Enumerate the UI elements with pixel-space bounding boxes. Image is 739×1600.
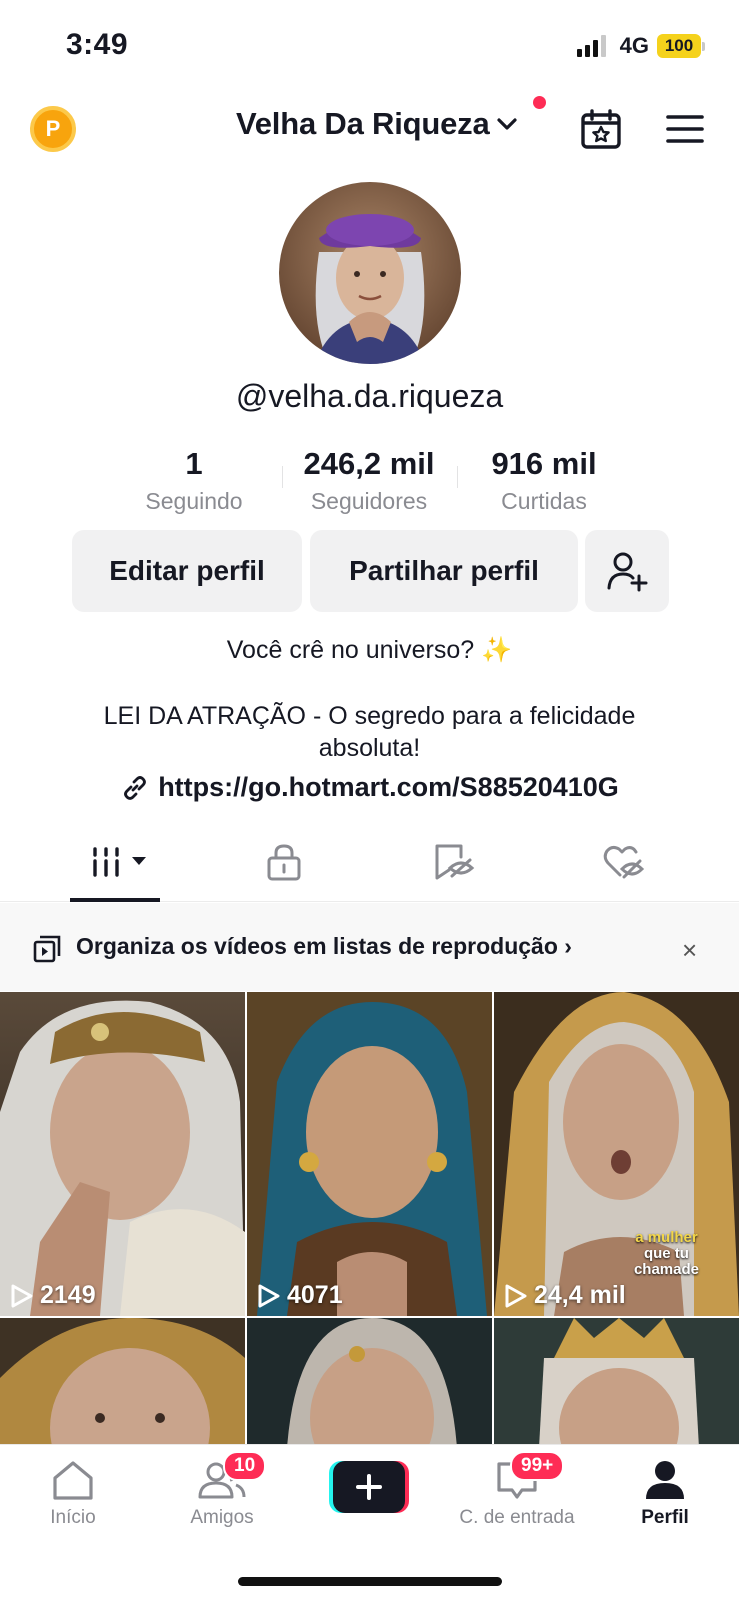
bookmark-hidden-icon bbox=[435, 844, 475, 880]
view-count-text: 24,4 mil bbox=[534, 1281, 626, 1309]
grid-icon bbox=[93, 847, 146, 877]
nav-profile[interactable]: Perfil bbox=[600, 1459, 730, 1529]
nav-inbox-label: C. de entrada bbox=[459, 1507, 575, 1528]
play-icon bbox=[505, 1284, 527, 1307]
video-thumbnail[interactable]: 2149 bbox=[0, 992, 245, 1316]
heart-hidden-icon bbox=[603, 845, 645, 879]
likes-label: Curtidas bbox=[501, 488, 587, 514]
view-count-text: 4071 bbox=[287, 1281, 343, 1309]
home-icon bbox=[53, 1461, 93, 1500]
status-indicators: 4G 100 bbox=[576, 33, 705, 59]
add-friend-button[interactable] bbox=[585, 530, 669, 612]
profile-icon bbox=[646, 1461, 684, 1499]
stat-followers[interactable]: 246,2 mil Seguidores bbox=[284, 446, 454, 515]
likes-count: 916 mil bbox=[491, 446, 597, 481]
video-thumbnail[interactable]: a mulher que tu chamade 24,4 mil bbox=[494, 992, 739, 1316]
network-type: 4G bbox=[619, 33, 649, 58]
play-icon bbox=[11, 1284, 33, 1307]
profile-header: P Velha Da Riqueza bbox=[0, 96, 739, 168]
coin-icon[interactable]: P bbox=[30, 106, 76, 152]
bio-line: Você crê no universo? ✨ bbox=[226, 636, 513, 664]
following-count: 1 bbox=[185, 446, 203, 481]
content-tabs bbox=[0, 820, 739, 902]
lock-icon bbox=[267, 844, 301, 881]
view-count: 4071 bbox=[257, 1281, 343, 1310]
link-text[interactable]: https://go.hotmart.com/S88520410G bbox=[158, 772, 619, 803]
playlist-icon bbox=[33, 935, 61, 963]
stat-following[interactable]: 1 Seguindo bbox=[109, 446, 279, 515]
nav-profile-label: Perfil bbox=[641, 1507, 689, 1528]
nav-home-label: Início bbox=[50, 1507, 96, 1528]
status-time: 3:49 bbox=[66, 28, 129, 61]
share-profile-button[interactable]: Partilhar perfil bbox=[310, 530, 578, 612]
play-icon bbox=[258, 1284, 280, 1307]
chevron-down-icon bbox=[496, 118, 517, 130]
menu-icon[interactable] bbox=[666, 114, 704, 144]
view-count: 2149 bbox=[10, 1281, 96, 1310]
username: @velha.da.riqueza bbox=[235, 378, 504, 414]
stat-divider bbox=[282, 466, 283, 488]
tab-liked[interactable] bbox=[594, 840, 654, 884]
signal-icon bbox=[576, 35, 606, 57]
video-thumbnail[interactable] bbox=[494, 1318, 739, 1444]
nav-friends[interactable]: Amigos 10 bbox=[157, 1451, 287, 1529]
stat-likes[interactable]: 916 mil Curtidas bbox=[459, 446, 629, 515]
bio-link[interactable]: https://go.hotmart.com/S88520410G bbox=[0, 772, 739, 803]
friends-badge: 10 bbox=[223, 1451, 267, 1481]
followers-label: Seguidores bbox=[310, 488, 428, 514]
close-icon[interactable]: × bbox=[682, 935, 697, 966]
nav-home[interactable]: Início bbox=[8, 1459, 138, 1529]
followers-count: 246,2 mil bbox=[303, 446, 435, 481]
edit-profile-button[interactable]: Editar perfil bbox=[72, 530, 302, 612]
battery-icon: 100 bbox=[657, 34, 705, 58]
playlist-banner-text: Organiza os vídeos em listas de reproduç… bbox=[76, 933, 572, 959]
home-indicator bbox=[238, 1577, 502, 1586]
video-thumbnail[interactable] bbox=[0, 1318, 245, 1444]
view-count: 24,4 mil bbox=[504, 1281, 626, 1310]
battery-level: 100 bbox=[657, 34, 701, 58]
video-thumbnail[interactable]: 4071 bbox=[247, 992, 492, 1316]
notification-dot bbox=[533, 96, 546, 109]
bio-line: absoluta! bbox=[318, 734, 421, 762]
link-icon bbox=[124, 775, 147, 800]
tab-videos[interactable] bbox=[84, 840, 154, 884]
add-user-icon bbox=[607, 552, 648, 592]
nav-friends-label: Amigos bbox=[190, 1507, 254, 1528]
create-button[interactable] bbox=[329, 1461, 409, 1513]
playlist-banner[interactable]: Organiza os vídeos em listas de reproduç… bbox=[0, 903, 739, 991]
video-caption: a mulher que tu chamade bbox=[633, 1229, 699, 1278]
view-count-text: 2149 bbox=[40, 1281, 96, 1309]
bio-line: LEI DA ATRAÇÃO - O segredo para a felici… bbox=[103, 702, 636, 730]
tab-saved[interactable] bbox=[424, 840, 484, 884]
account-switcher[interactable]: Velha Da Riqueza bbox=[236, 106, 520, 142]
active-tab-indicator bbox=[70, 898, 160, 902]
nav-inbox[interactable]: C. de entrada 99+ bbox=[452, 1451, 582, 1529]
inbox-badge: 99+ bbox=[510, 1451, 565, 1481]
stat-divider bbox=[457, 466, 458, 488]
following-label: Seguindo bbox=[145, 488, 243, 514]
calendar-icon[interactable] bbox=[580, 108, 622, 150]
video-thumbnail[interactable] bbox=[247, 1318, 492, 1444]
tab-private[interactable] bbox=[254, 840, 314, 884]
profile-stats: 1 Seguindo 246,2 mil Seguidores 916 mil … bbox=[0, 446, 739, 516]
avatar[interactable] bbox=[279, 182, 461, 364]
video-grid: 2149 4071 a mulher que tu chamade 24,4 m… bbox=[0, 992, 739, 1444]
account-name: Velha Da Riqueza bbox=[236, 106, 490, 141]
status-bar: 3:49 4G 100 bbox=[0, 0, 739, 96]
